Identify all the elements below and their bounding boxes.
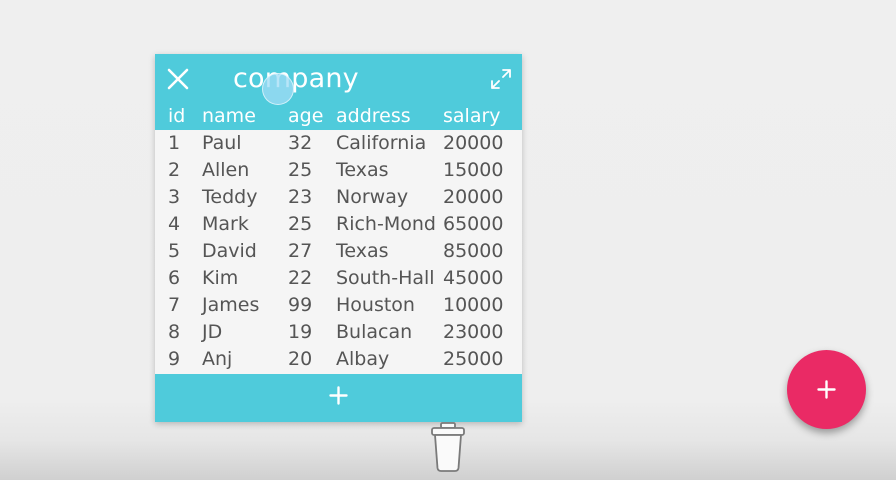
cell-id: 5 — [168, 240, 181, 262]
cell-name: James — [202, 294, 260, 316]
cell-address: Rich-Mond — [336, 213, 436, 235]
table-card-header: company id name age address salary — [155, 54, 522, 130]
cell-salary: 20000 — [443, 132, 504, 154]
cell-salary: 20000 — [443, 186, 504, 208]
cell-address: Texas — [336, 159, 389, 181]
cell-salary: 45000 — [443, 267, 504, 289]
cell-name: Mark — [202, 213, 249, 235]
cell-name: David — [202, 240, 257, 262]
add-table-fab[interactable] — [787, 350, 866, 429]
cell-age: 32 — [288, 132, 313, 154]
cell-address: Bulacan — [336, 321, 413, 343]
table-row[interactable]: 5 David 27 Texas 85000 — [155, 238, 522, 265]
cell-salary: 65000 — [443, 213, 504, 235]
plus-icon — [817, 380, 836, 399]
table-row[interactable]: 2 Allen 25 Texas 15000 — [155, 157, 522, 184]
table-row[interactable]: 9 Anj 20 Albay 25000 — [155, 346, 522, 373]
cell-address: California — [336, 132, 427, 154]
cell-salary: 25000 — [443, 348, 504, 370]
cell-address: Albay — [336, 348, 390, 370]
table-title[interactable]: company — [233, 63, 359, 94]
cell-age: 22 — [288, 267, 313, 289]
cell-name: Paul — [202, 132, 242, 154]
cell-address: Houston — [336, 294, 415, 316]
table-row[interactable]: 3 Teddy 23 Norway 20000 — [155, 184, 522, 211]
trash-button[interactable] — [428, 420, 468, 474]
cell-name: Allen — [202, 159, 250, 181]
close-icon — [167, 68, 189, 90]
plus-icon — [329, 386, 348, 405]
cell-id: 7 — [168, 294, 181, 316]
cell-id: 8 — [168, 321, 181, 343]
table-card: company id name age address salary 1 Pau… — [155, 54, 522, 422]
cell-salary: 15000 — [443, 159, 504, 181]
cell-id: 3 — [168, 186, 181, 208]
cell-age: 19 — [288, 321, 313, 343]
table-row[interactable]: 7 James 99 Houston 10000 — [155, 292, 522, 319]
column-header-salary[interactable]: salary — [443, 104, 501, 128]
column-header-id[interactable]: id — [168, 104, 185, 128]
cell-name: Anj — [202, 348, 233, 370]
cell-id: 4 — [168, 213, 181, 235]
cell-id: 1 — [168, 132, 181, 154]
table-row[interactable]: 4 Mark 25 Rich-Mond 65000 — [155, 211, 522, 238]
column-header-age[interactable]: age — [288, 104, 323, 128]
cell-age: 99 — [288, 294, 313, 316]
cell-address: Texas — [336, 240, 389, 262]
cell-salary: 10000 — [443, 294, 504, 316]
cell-name: Teddy — [202, 186, 258, 208]
cell-id: 6 — [168, 267, 181, 289]
table-row[interactable]: 8 JD 19 Bulacan 23000 — [155, 319, 522, 346]
cell-age: 23 — [288, 186, 313, 208]
cell-age: 25 — [288, 213, 313, 235]
cell-address: Norway — [336, 186, 409, 208]
cell-id: 2 — [168, 159, 181, 181]
cell-address: South-Hall — [336, 267, 435, 289]
cell-age: 25 — [288, 159, 313, 181]
cell-age: 27 — [288, 240, 313, 262]
expand-icon — [491, 69, 511, 89]
add-row-button[interactable] — [155, 374, 522, 422]
column-header-address[interactable]: address — [336, 104, 411, 128]
cell-salary: 85000 — [443, 240, 504, 262]
cell-name: JD — [202, 321, 223, 343]
expand-button[interactable] — [490, 68, 512, 90]
cell-age: 20 — [288, 348, 313, 370]
trash-icon — [431, 422, 465, 472]
cell-salary: 23000 — [443, 321, 504, 343]
table-row[interactable]: 1 Paul 32 California 20000 — [155, 130, 522, 157]
table-row[interactable]: 6 Kim 22 South-Hall 45000 — [155, 265, 522, 292]
cell-name: Kim — [202, 267, 239, 289]
cell-id: 9 — [168, 348, 181, 370]
column-header-name[interactable]: name — [202, 104, 256, 128]
close-button[interactable] — [166, 67, 190, 91]
touch-indicator — [262, 73, 294, 105]
